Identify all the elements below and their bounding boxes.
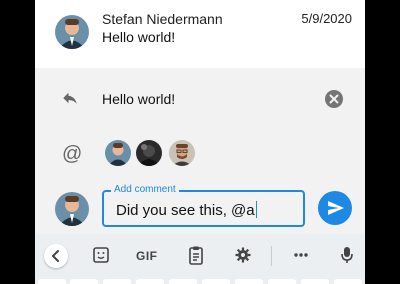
author-avatar[interactable] (55, 15, 89, 49)
mention-avatar[interactable] (169, 140, 195, 166)
keyboard-keys-row (35, 279, 365, 284)
keyboard-toolbar: GIF (35, 234, 365, 284)
send-button[interactable] (318, 191, 352, 225)
keyboard-key[interactable] (169, 279, 197, 284)
keyboard-key[interactable] (70, 279, 98, 284)
keyboard-key[interactable] (202, 279, 230, 284)
microphone-icon[interactable] (340, 244, 354, 271)
close-circle-icon (329, 94, 339, 104)
reply-quote-text: Hello world! (102, 91, 176, 107)
at-icon: @ (62, 143, 83, 165)
clipboard-icon[interactable] (188, 244, 204, 271)
keyboard-key[interactable] (235, 279, 263, 284)
app-screen: Stefan Niedermann 5/9/2020 Hello world! … (35, 0, 365, 284)
keyboard-key[interactable] (268, 279, 296, 284)
keyboard-key[interactable] (136, 279, 164, 284)
author-name: Stefan Niedermann (102, 11, 223, 27)
comment-input-value[interactable]: Did you see this, @a (116, 201, 257, 219)
reply-icon (61, 89, 79, 112)
cancel-reply-button[interactable] (325, 90, 343, 108)
chevron-left-icon (52, 250, 59, 262)
keyboard-key[interactable] (38, 279, 66, 284)
comment-date: 5/9/2020 (301, 11, 352, 26)
gear-icon[interactable] (234, 244, 252, 271)
mention-avatar[interactable] (105, 140, 131, 166)
keyboard-key[interactable] (301, 279, 329, 284)
mention-avatar[interactable] (136, 140, 162, 166)
send-icon (328, 201, 344, 215)
keyboard-key[interactable] (103, 279, 131, 284)
current-user-avatar (55, 192, 89, 226)
more-horizontal-icon[interactable] (292, 244, 310, 271)
keyboard-back-button[interactable] (44, 244, 68, 268)
comment-item[interactable]: Stefan Niedermann 5/9/2020 Hello world! (35, 0, 365, 68)
keyboard-key[interactable] (334, 279, 362, 284)
gif-button[interactable]: GIF (136, 249, 158, 263)
text-caret (255, 201, 257, 218)
comment-text: Hello world! (102, 29, 176, 45)
toolbar-divider (271, 246, 272, 266)
comment-input-text: Did you see this, @a (116, 202, 255, 219)
sticker-icon[interactable] (92, 244, 110, 271)
comment-input-label: Add comment (111, 184, 179, 195)
